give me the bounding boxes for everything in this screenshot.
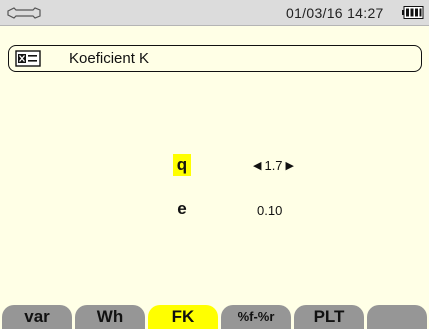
param-q-label[interactable]: q <box>173 154 191 176</box>
tab-wh[interactable]: Wh <box>75 305 145 329</box>
tab-fk[interactable]: FK <box>148 305 218 329</box>
param-q-value: 1.7 <box>264 158 283 173</box>
settings-list-icon <box>15 50 41 67</box>
tab-var[interactable]: var <box>2 305 72 329</box>
bottom-tab-bar: var Wh FK %f-%r PLT <box>0 305 429 329</box>
battery-icon <box>402 6 424 19</box>
arrow-left-icon[interactable]: ◀ <box>253 159 261 172</box>
datetime: 01/03/16 14:27 <box>286 5 384 21</box>
tab-harmonic-factor[interactable]: %f-%r <box>221 305 291 329</box>
screen-header: Koeficient K <box>8 45 422 72</box>
param-e-label[interactable]: e <box>173 198 191 220</box>
param-q-value-selector[interactable]: ◀ 1.7 ▶ <box>253 158 294 173</box>
tab-plt[interactable]: PLT <box>294 305 364 329</box>
tab-empty[interactable] <box>367 305 427 329</box>
wrench-icon[interactable] <box>6 7 42 19</box>
arrow-right-icon[interactable]: ▶ <box>286 159 294 172</box>
param-e-value[interactable]: 0.10 <box>257 203 282 218</box>
status-bar: 01/03/16 14:27 <box>0 0 429 26</box>
page-title: Koeficient K <box>69 50 150 67</box>
